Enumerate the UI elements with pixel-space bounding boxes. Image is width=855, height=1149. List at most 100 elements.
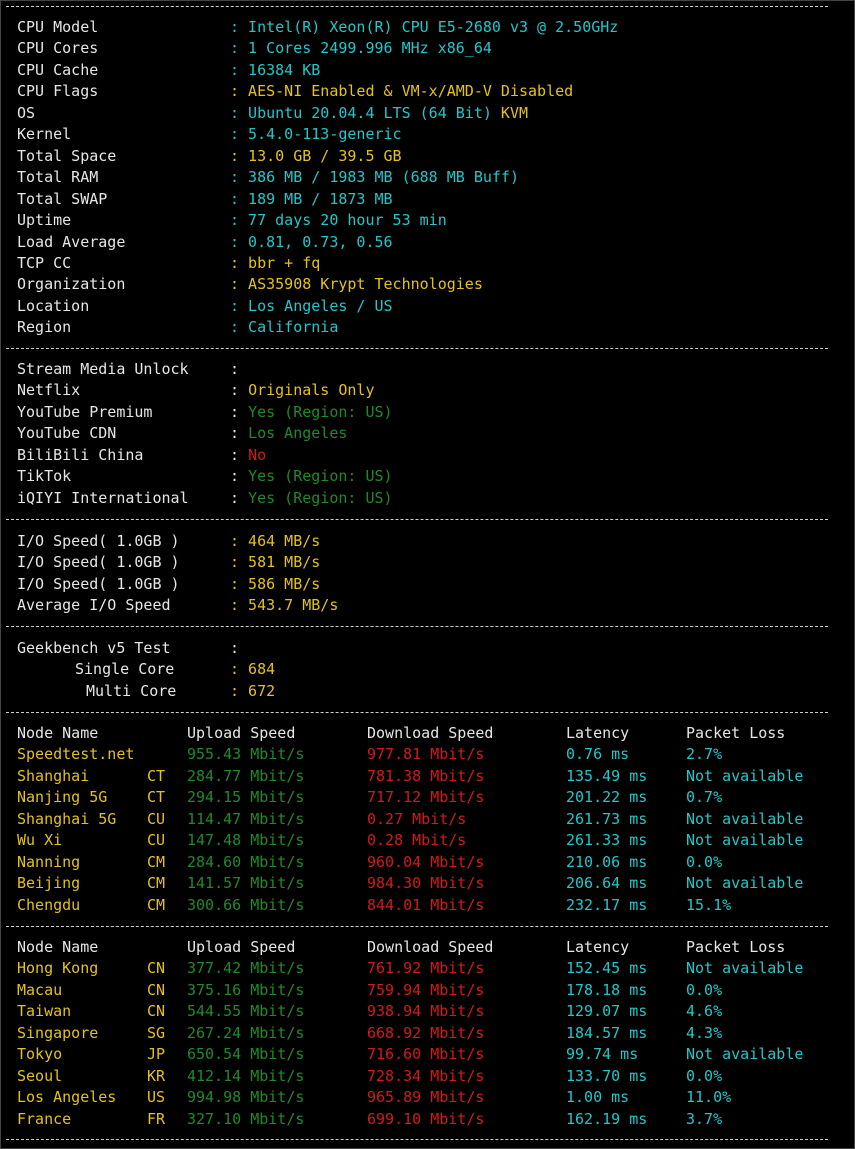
isp-code: KR [147, 1066, 166, 1085]
separator-stream [6, 348, 828, 349]
latency: 184.57 ms [566, 1023, 648, 1042]
latency: 206.64 ms [566, 874, 648, 893]
latency: 133.70 ms [566, 1066, 648, 1085]
sysinfo-value-group: : California [230, 316, 338, 338]
sysinfo-value-group: : bbr + fq [230, 252, 320, 274]
separator-top [6, 6, 828, 7]
node-name: Nanning [17, 852, 81, 871]
sysinfo-value: : 77 days 20 hour 53 min [230, 211, 447, 230]
download-speed: 781.38 Mbit/s [367, 766, 485, 785]
latency: 201.22 ms [566, 788, 648, 807]
node-name: Shanghai [17, 766, 90, 785]
sysinfo-value-group: : Intel(R) Xeon(R) CPU E5-2680 v3 @ 2.50… [230, 16, 618, 38]
io-label: I/O Speed( 1.0GB ) [17, 553, 180, 572]
latency: 99.74 ms [566, 1045, 639, 1064]
io-value: : 581 MB/s [230, 553, 321, 572]
packet-loss: Not available [686, 874, 804, 893]
upload-speed: 412.14 Mbit/s [187, 1066, 305, 1085]
sysinfo-label: Organization [17, 275, 126, 294]
packet-loss: 0.0% [686, 980, 723, 999]
geekbench-multi-label: Multi Core [86, 681, 177, 700]
latency: 1.00 ms [566, 1088, 630, 1107]
sysinfo-value: : AES-NI Enabled & VM-x/AMD-V Disabled [230, 82, 574, 101]
node-name: Los Angeles [17, 1088, 117, 1107]
upload-speed: 284.77 Mbit/s [187, 766, 305, 785]
stream-value-group: : No [230, 444, 266, 466]
isp-code: CM [147, 874, 166, 893]
sysinfo-value-group: : 16384 KB [230, 59, 320, 81]
packet-loss: 4.3% [686, 1023, 723, 1042]
sysinfo-value-extra: KVM [491, 103, 529, 122]
packet-loss: 0.0% [686, 852, 723, 871]
packet-loss: 15.1% [686, 895, 732, 914]
isp-code: CU [147, 831, 166, 850]
isp-code: JP [147, 1045, 166, 1064]
sysinfo-label: CPU Cache [17, 60, 99, 79]
packet-loss: Not available [686, 809, 804, 828]
sysinfo-label: CPU Flags [17, 82, 99, 101]
sysinfo-value-group: : 386 MB / 1983 MB (688 MB Buff) [230, 166, 519, 188]
stream-status: Los Angeles [248, 424, 348, 443]
isp-code: CT [147, 788, 166, 807]
node-name: Macau [17, 980, 63, 999]
upload-speed: 375.16 Mbit/s [187, 980, 305, 999]
upload-speed: 544.55 Mbit/s [187, 1002, 305, 1021]
upload-speed: 300.66 Mbit/s [187, 895, 305, 914]
sysinfo-value-group: : AES-NI Enabled & VM-x/AMD-V Disabled [230, 80, 573, 102]
terminal-window: CPU Model: Intel(R) Xeon(R) CPU E5-2680 … [0, 0, 855, 1149]
sysinfo-label: TCP CC [17, 253, 72, 272]
col-header-latency: Latency [566, 938, 630, 956]
sysinfo-value-group: : 5.4.0-113-generic [230, 123, 402, 145]
isp-code: CM [147, 852, 166, 871]
sysinfo-value: : AS35908 Krypt Technologies [230, 275, 483, 294]
upload-speed: 955.43 Mbit/s [187, 745, 305, 764]
stream-colon: : [230, 360, 240, 378]
download-speed: 761.92 Mbit/s [367, 959, 485, 978]
download-speed: 0.28 Mbit/s [367, 831, 467, 850]
packet-loss: 3.7% [686, 1109, 723, 1128]
download-speed: 960.04 Mbit/s [367, 852, 485, 871]
download-speed: 717.12 Mbit/s [367, 788, 485, 807]
node-name: France [17, 1109, 72, 1128]
stream-colon: : [230, 467, 249, 486]
node-name: Seoul [17, 1066, 63, 1085]
sysinfo-label: Uptime [17, 211, 72, 230]
download-speed: 984.30 Mbit/s [367, 874, 485, 893]
stream-status: Yes (Region: US) [248, 467, 393, 486]
packet-loss: 0.7% [686, 788, 723, 807]
col-header-packet-loss: Packet Loss [686, 724, 786, 742]
stream-value-group: : Yes (Region: US) [230, 465, 393, 487]
sysinfo-label: Total RAM [17, 168, 99, 187]
sysinfo-label: Load Average [17, 232, 126, 251]
download-speed: 716.60 Mbit/s [367, 1045, 485, 1064]
stream-service-label: iQIYI International [17, 488, 189, 507]
col-header-packet-loss: Packet Loss [686, 938, 786, 956]
separator-io [6, 519, 828, 520]
io-value: : 586 MB/s [230, 574, 321, 593]
separator-bottom [6, 1139, 828, 1140]
isp-code: CN [147, 959, 166, 978]
geekbench-single-label: Single Core [75, 660, 175, 679]
latency: 0.76 ms [566, 745, 630, 764]
packet-loss: 4.6% [686, 1002, 723, 1021]
sysinfo-value: : Ubuntu 20.04.4 LTS (64 Bit) [230, 103, 492, 122]
geekbench-single-value: : 684 [230, 660, 276, 679]
stream-colon: : [230, 381, 249, 400]
sysinfo-value-group: : Ubuntu 20.04.4 LTS (64 Bit) KVM [230, 102, 528, 124]
sysinfo-label: OS [17, 103, 36, 122]
packet-loss: Not available [686, 766, 804, 785]
io-label: Average I/O Speed [17, 596, 171, 615]
stream-header: Stream Media Unlock [17, 360, 189, 378]
latency: 210.06 ms [566, 852, 648, 871]
sysinfo-label: Location [17, 296, 90, 315]
latency: 135.49 ms [566, 766, 648, 785]
sysinfo-value: : Los Angeles / US [230, 296, 393, 315]
download-speed: 668.92 Mbit/s [367, 1023, 485, 1042]
col-header-node: Node Name [17, 938, 99, 956]
sysinfo-value-group: : 77 days 20 hour 53 min [230, 209, 447, 231]
sysinfo-value-group: : AS35908 Krypt Technologies [230, 273, 483, 295]
packet-loss: Not available [686, 959, 804, 978]
stream-service-label: YouTube Premium [17, 402, 153, 421]
sysinfo-value: : 386 MB / 1983 MB (688 MB Buff) [230, 168, 519, 187]
sysinfo-value-group: : 13.0 GB / 39.5 GB [230, 145, 402, 167]
